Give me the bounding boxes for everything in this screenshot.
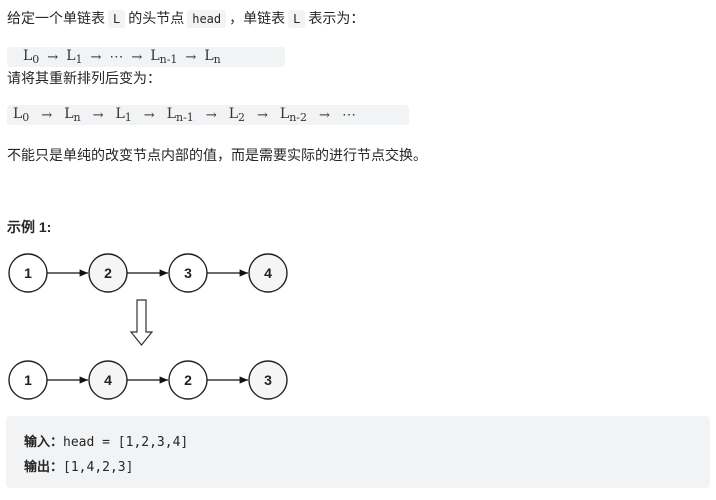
example-output: 输出：[1,4,2,3] (24, 456, 133, 475)
example-code-block: 输入：head = [1,2,3,4] 输出：[1,4,2,3] (6, 416, 710, 488)
intro-text-1: 给定一个单链表 (7, 11, 105, 27)
arrow-symbol: → (92, 107, 104, 123)
original-term: ⋯ (109, 49, 124, 65)
output-label: 输出： (24, 460, 64, 475)
down-arrow-icon (129, 299, 154, 346)
original-term: L0 (23, 48, 40, 66)
arrow-symbol: → (47, 49, 59, 65)
after-list: 1 4 2 3 (8, 360, 288, 400)
node-value: 3 (184, 265, 192, 281)
reorder-text: 请将其重新排列后变为： (7, 71, 161, 87)
example-input: 输入：head = [1,2,3,4] (24, 431, 188, 450)
node-value: 1 (24, 265, 32, 281)
original-term: L1 (66, 48, 83, 66)
inline-code-head: head (187, 10, 227, 28)
inline-code-L: L (108, 10, 126, 28)
arrow-symbol: → (90, 49, 102, 65)
input-label: 输入： (24, 435, 64, 450)
arrow-symbol: → (41, 107, 53, 123)
reordered-term: ⋯ (341, 107, 356, 123)
before-list: 1 2 3 4 (8, 253, 288, 293)
original-term: Ln-1 (150, 48, 178, 66)
reordered-term: L2 (228, 106, 246, 124)
node-value: 1 (24, 372, 32, 388)
note-text: 不能只是单纯的改变节点内部的值，而是需要实际的进行节点交换。 (7, 148, 427, 164)
reordered-term: Ln-1 (166, 106, 194, 124)
intro-text-3: ，单链表 (229, 11, 286, 27)
arrow-symbol: → (257, 107, 268, 123)
original-list-formula: L0 → L1 → ⋯ → Ln-1 → Ln (7, 47, 285, 67)
reordered-term: Ln (64, 106, 81, 124)
node-value: 4 (104, 372, 112, 388)
arrow-symbol: → (205, 107, 217, 123)
node-value: 3 (264, 372, 272, 388)
intro-text-2: 的头节点 (128, 11, 185, 27)
arrow-symbol: → (185, 49, 197, 65)
reorder-diagram: 1 2 3 4 1 4 2 3 (8, 253, 288, 400)
arrow-symbol: → (143, 107, 155, 123)
reordered-term: L0 (13, 106, 30, 124)
intro-text-4: 表示为： (308, 11, 365, 27)
reordered-term: L1 (115, 106, 132, 124)
intro-paragraph: 给定一个单链表 L 的头节点 head ，单链表 L 表示为： (7, 8, 364, 28)
output-value: [1,4,2,3] (63, 460, 134, 475)
inline-code-L-2: L (288, 10, 306, 28)
node-value: 2 (184, 372, 192, 388)
node-value: 4 (264, 265, 272, 281)
node-value: 2 (104, 265, 112, 281)
arrow-symbol: → (131, 49, 143, 65)
original-term: Ln (204, 48, 221, 66)
input-value: head = [1,2,3,4] (63, 435, 189, 450)
reordered-term: Ln-2 (279, 106, 308, 124)
arrow-symbol: → (319, 107, 330, 123)
reordered-list-formula: L0 → Ln → L1 → Ln-1 → L2 → Ln-2 → ⋯ (7, 105, 409, 125)
example-title: 示例 1: (7, 219, 52, 235)
